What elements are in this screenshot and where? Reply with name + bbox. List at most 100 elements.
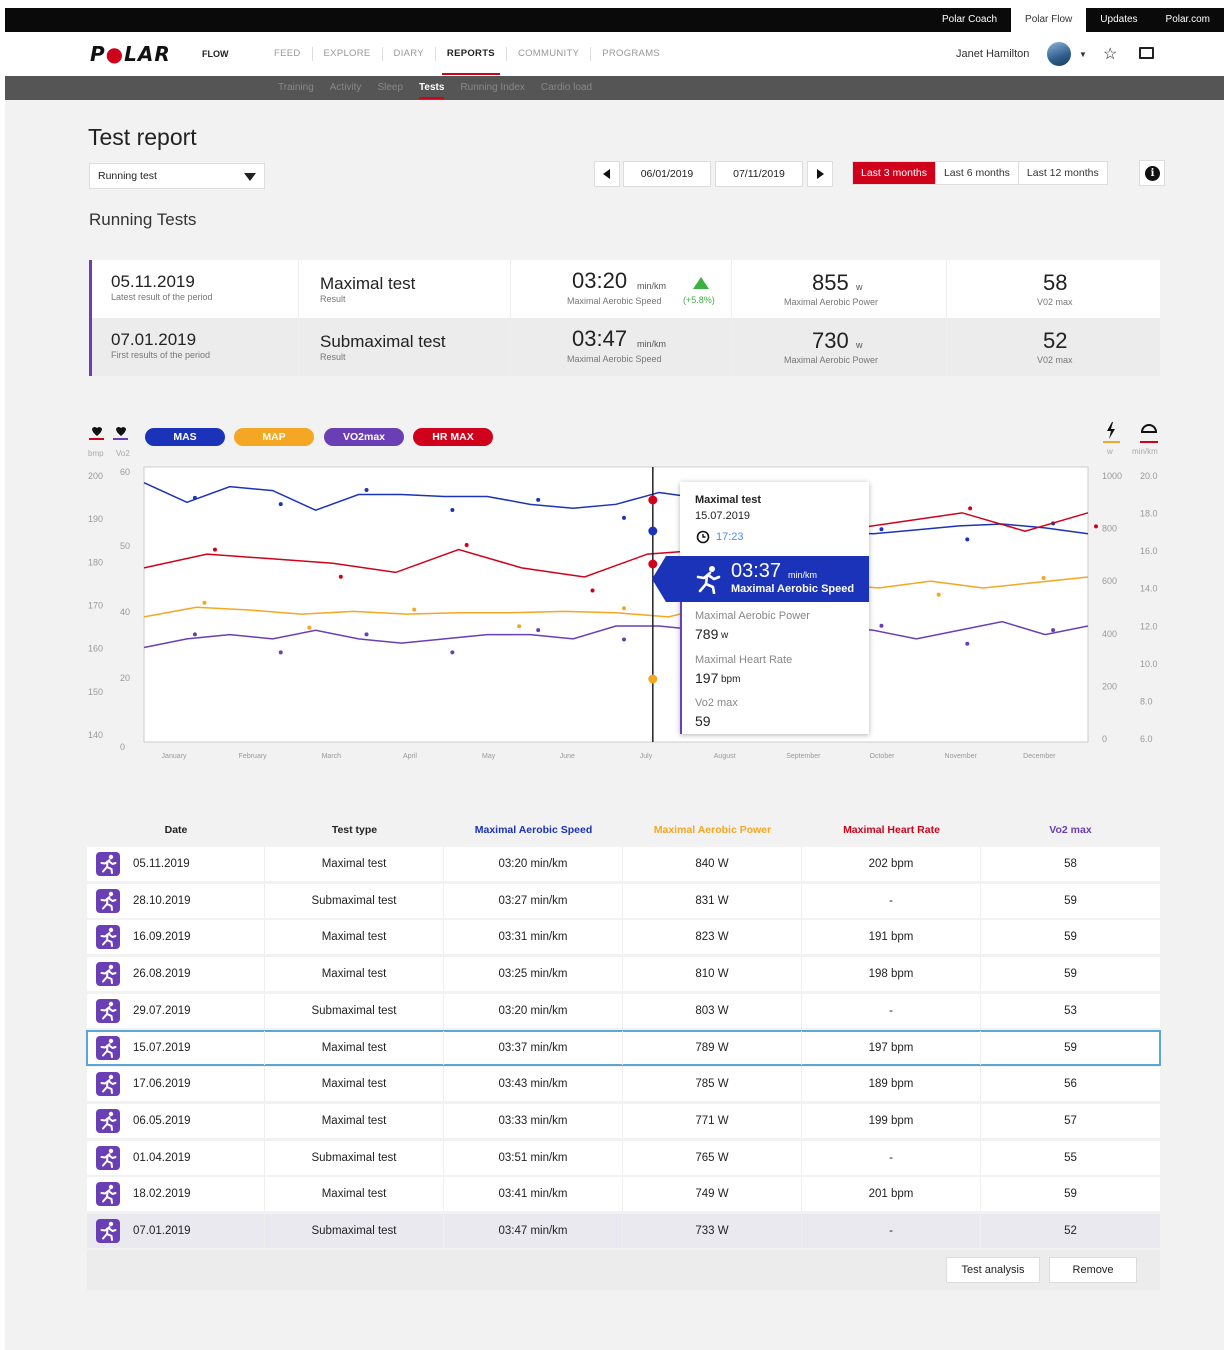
summary-type-cell: Submaximal test Result bbox=[299, 318, 511, 376]
data-point[interactable] bbox=[1041, 576, 1046, 580]
data-point[interactable] bbox=[212, 547, 217, 552]
data-point[interactable] bbox=[278, 502, 283, 507]
summary-vo2-value: 58 bbox=[1043, 270, 1068, 295]
data-point[interactable] bbox=[307, 625, 312, 630]
table-row[interactable]: 16.09.2019 Maximal test 03:31 min/km 823 W1… bbox=[87, 920, 1160, 955]
legend-pill-map[interactable]: MAP bbox=[234, 428, 314, 446]
data-point[interactable] bbox=[879, 623, 884, 628]
prev-period-button[interactable] bbox=[594, 161, 620, 187]
tooltip-row-unit: bpm bbox=[721, 674, 741, 685]
period-option-1[interactable]: Last 6 months bbox=[936, 162, 1018, 184]
data-point[interactable] bbox=[450, 650, 455, 655]
next-period-button[interactable] bbox=[807, 161, 833, 187]
nav-item-explore[interactable]: EXPLORE bbox=[313, 32, 382, 76]
data-point[interactable] bbox=[622, 637, 626, 642]
data-point[interactable] bbox=[622, 606, 626, 611]
column-header[interactable]: Date bbox=[87, 824, 265, 836]
polar-logo[interactable]: P●LAR bbox=[90, 42, 171, 66]
subnav-item-5[interactable]: Cardio load bbox=[533, 76, 600, 100]
chevron-down-icon[interactable]: ▼ bbox=[1079, 50, 1087, 59]
user-name[interactable]: Janet Hamilton bbox=[956, 48, 1029, 60]
nav-item-reports[interactable]: REPORTS bbox=[436, 32, 506, 76]
data-point[interactable] bbox=[338, 574, 343, 579]
table-row[interactable]: 18.02.2019 Maximal test 03:41 min/km 749 W2… bbox=[87, 1177, 1160, 1212]
test-type-select[interactable]: Running test bbox=[89, 163, 265, 189]
selected-marker-point[interactable] bbox=[648, 674, 658, 684]
data-point[interactable] bbox=[936, 592, 941, 597]
table-row[interactable]: 05.11.2019 Maximal test 03:20 min/km 840 W2… bbox=[87, 847, 1160, 881]
selected-marker-point[interactable] bbox=[648, 495, 658, 505]
data-point[interactable] bbox=[536, 497, 541, 502]
column-header[interactable]: Maximal Aerobic Speed bbox=[444, 824, 623, 836]
data-point[interactable] bbox=[879, 527, 884, 532]
subnav-item-1[interactable]: Activity bbox=[322, 76, 370, 100]
top-link-2[interactable]: Updates bbox=[1086, 8, 1151, 32]
end-date-field[interactable]: 07/11/2019 bbox=[715, 161, 803, 187]
table-row[interactable]: 06.05.2019 Maximal test 03:33 min/km 771 W1… bbox=[87, 1103, 1160, 1138]
subnav-item-3[interactable]: Tests bbox=[411, 76, 452, 100]
data-point[interactable] bbox=[192, 495, 197, 500]
table-row[interactable]: 29.07.2019 Submaximal test 03:20 min/km 803… bbox=[87, 993, 1160, 1028]
table-row[interactable]: 07.01.2019 Submaximal test 03:47 min/km 733… bbox=[87, 1214, 1160, 1248]
nav-item-diary[interactable]: DIARY bbox=[383, 32, 435, 76]
data-point[interactable] bbox=[622, 515, 626, 520]
remove-button[interactable]: Remove bbox=[1049, 1257, 1137, 1283]
data-point[interactable] bbox=[450, 507, 455, 512]
table-cell: 789 W bbox=[623, 1030, 802, 1065]
data-point[interactable] bbox=[1051, 628, 1056, 633]
summary-mas-change: (+5.8%) bbox=[683, 295, 715, 305]
table-row[interactable]: 01.04.2019 Submaximal test 03:51 min/km 765… bbox=[87, 1140, 1160, 1175]
start-date-field[interactable]: 06/01/2019 bbox=[623, 161, 711, 187]
running-icon bbox=[96, 1072, 120, 1097]
tooltip-row-label: Vo2 max bbox=[695, 697, 738, 709]
top-link-0[interactable]: Polar Coach bbox=[928, 8, 1011, 32]
nav-item-community[interactable]: COMMUNITY bbox=[507, 32, 590, 76]
data-point[interactable] bbox=[517, 624, 522, 629]
data-point[interactable] bbox=[278, 650, 283, 655]
subnav-item-0[interactable]: Training bbox=[270, 76, 322, 100]
table-cell: 59 bbox=[1064, 931, 1077, 944]
table-cell: Submaximal test bbox=[265, 993, 444, 1028]
data-point[interactable] bbox=[192, 632, 197, 637]
period-option-0[interactable]: Last 3 months bbox=[853, 162, 935, 184]
data-point[interactable] bbox=[965, 537, 970, 542]
avatar[interactable] bbox=[1047, 42, 1071, 66]
message-icon[interactable] bbox=[1139, 47, 1154, 59]
table-row[interactable]: 28.10.2019 Submaximal test 03:27 min/km 831… bbox=[87, 883, 1160, 918]
data-point[interactable] bbox=[590, 588, 595, 593]
nav-item-feed[interactable]: FEED bbox=[263, 32, 312, 76]
data-point[interactable] bbox=[968, 506, 973, 511]
data-point[interactable] bbox=[412, 607, 417, 612]
legend-pill-mas[interactable]: MAS bbox=[145, 428, 225, 446]
period-option-2[interactable]: Last 12 months bbox=[1019, 162, 1107, 184]
data-point[interactable] bbox=[536, 628, 541, 633]
legend-pill-vo2max[interactable]: VO2max bbox=[324, 428, 404, 446]
table-row[interactable]: 15.07.2019 Maximal test 03:37 min/km 789 W1… bbox=[86, 1029, 1161, 1066]
table-cell: 03:31 min/km bbox=[444, 920, 623, 955]
star-icon[interactable]: ☆ bbox=[1103, 44, 1117, 64]
table-row[interactable]: 26.08.2019 Maximal test 03:25 min/km 810 W1… bbox=[87, 957, 1160, 992]
data-point[interactable] bbox=[965, 641, 970, 646]
table-cell: Maximal test bbox=[265, 1177, 444, 1212]
legend-pill-hrmax[interactable]: HR MAX bbox=[413, 428, 493, 446]
table-cell: 03:43 min/km bbox=[444, 1067, 623, 1102]
top-link-1[interactable]: Polar Flow bbox=[1011, 8, 1087, 32]
data-point[interactable] bbox=[202, 600, 207, 605]
test-results-chart[interactable]: 2001901801701601501406050402001000800600… bbox=[80, 460, 1180, 770]
test-analysis-button[interactable]: Test analysis bbox=[946, 1257, 1040, 1283]
data-point[interactable] bbox=[1094, 524, 1098, 529]
data-point[interactable] bbox=[464, 543, 469, 547]
nav-item-programs[interactable]: PROGRAMS bbox=[591, 32, 671, 76]
info-button[interactable]: i bbox=[1139, 160, 1165, 186]
selected-marker-point[interactable] bbox=[648, 526, 658, 536]
data-point[interactable] bbox=[364, 632, 369, 637]
subnav-item-2[interactable]: Sleep bbox=[369, 76, 411, 100]
column-header[interactable]: Vo2 max bbox=[981, 824, 1160, 836]
column-header[interactable]: Maximal Aerobic Power bbox=[623, 824, 802, 836]
table-row[interactable]: 17.06.2019 Maximal test 03:43 min/km 785 W1… bbox=[87, 1067, 1160, 1102]
subnav-item-4[interactable]: Running Index bbox=[452, 76, 533, 100]
top-link-3[interactable]: Polar.com bbox=[1152, 8, 1224, 32]
column-header[interactable]: Test type bbox=[265, 824, 444, 836]
column-header[interactable]: Maximal Heart Rate bbox=[802, 824, 981, 836]
data-point[interactable] bbox=[364, 488, 369, 492]
